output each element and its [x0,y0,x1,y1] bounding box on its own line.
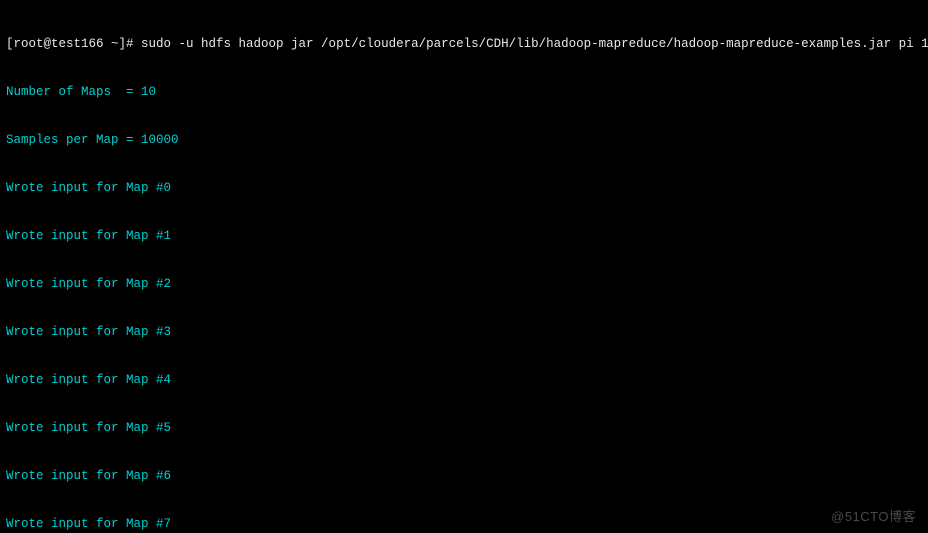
output-line: Wrote input for Map #6 [6,468,922,484]
prompt-line: [root@test166 ~]# sudo -u hdfs hadoop ja… [6,36,922,52]
terminal[interactable]: [root@test166 ~]# sudo -u hdfs hadoop ja… [0,0,928,533]
shell-command: sudo -u hdfs hadoop jar /opt/cloudera/pa… [141,37,928,51]
output-line: Samples per Map = 10000 [6,132,922,148]
output-line: Wrote input for Map #5 [6,420,922,436]
output-line: Wrote input for Map #4 [6,372,922,388]
output-line: Wrote input for Map #7 [6,516,922,532]
output-line: Wrote input for Map #0 [6,180,922,196]
output-line: Wrote input for Map #1 [6,228,922,244]
watermark: @51CTO博客 [831,509,916,525]
output-line: Wrote input for Map #3 [6,324,922,340]
output-line: Number of Maps = 10 [6,84,922,100]
shell-prompt: [root@test166 ~]# [6,37,141,51]
output-line: Wrote input for Map #2 [6,276,922,292]
